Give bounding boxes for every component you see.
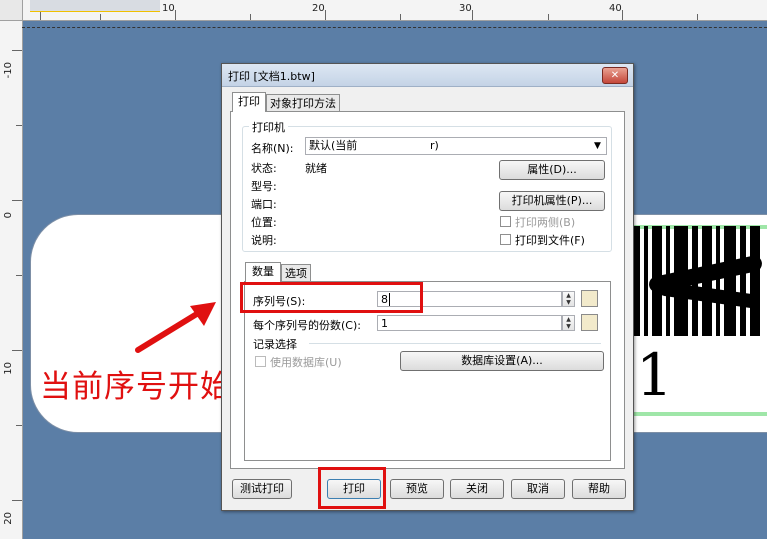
use-database-label: 使用数据库(U) bbox=[270, 356, 342, 369]
label-border-accent bbox=[632, 412, 767, 416]
serial-spinner[interactable]: ▲ ▼ bbox=[562, 291, 575, 307]
copies-source-icon[interactable] bbox=[581, 314, 598, 331]
printer-name-value: 默认(当前 bbox=[309, 139, 358, 152]
ruler-corner bbox=[0, 0, 23, 21]
ruler-tick bbox=[12, 500, 22, 501]
ruler-label: 0 bbox=[3, 212, 14, 219]
properties-button[interactable]: 属性(D)... bbox=[499, 160, 605, 180]
print-to-file-checkbox[interactable] bbox=[500, 234, 511, 245]
copies-label: 每个序列号的份数(C): bbox=[253, 319, 361, 332]
copies-spinner[interactable]: ▲ ▼ bbox=[562, 315, 575, 331]
location-label: 位置: bbox=[251, 216, 277, 229]
port-label: 端口: bbox=[251, 198, 277, 211]
preview-button[interactable]: 预览 bbox=[390, 479, 444, 499]
ruler-tick bbox=[100, 14, 101, 20]
printer-group-title: 打印机 bbox=[249, 119, 288, 135]
ruler-tick bbox=[250, 14, 251, 20]
ruler-label: 10 bbox=[3, 362, 14, 375]
ruler-selection-marker bbox=[30, 0, 160, 12]
serial-highlight-box bbox=[240, 282, 423, 313]
chevron-down-icon: ▼ bbox=[594, 141, 601, 151]
ruler-tick bbox=[12, 200, 22, 201]
ruler-tick bbox=[622, 10, 623, 20]
serial-source-icon[interactable] bbox=[581, 290, 598, 307]
copies-value: 1 bbox=[381, 317, 388, 330]
printer-name-label: 名称(N): bbox=[251, 142, 294, 155]
ruler-tick bbox=[548, 14, 549, 20]
cancel-button[interactable]: 取消 bbox=[511, 479, 565, 499]
close-button[interactable]: ✕ bbox=[602, 67, 628, 84]
help-button[interactable]: 帮助 bbox=[572, 479, 626, 499]
printer-name-select[interactable]: 默认(当前 r) ▼ bbox=[305, 137, 607, 155]
print-button-highlight-box bbox=[318, 467, 386, 509]
tab-print[interactable]: 打印 bbox=[232, 92, 266, 112]
ruler-tick bbox=[12, 350, 22, 351]
ruler-tick bbox=[325, 10, 326, 20]
printer-name-redacted bbox=[366, 138, 428, 154]
use-database-checkbox[interactable] bbox=[255, 356, 266, 367]
ruler-tick bbox=[472, 10, 473, 20]
ruler-label: 10 bbox=[162, 3, 175, 14]
copies-input[interactable]: 1 bbox=[377, 315, 562, 331]
tab-object-print-method[interactable]: 对象打印方法 bbox=[266, 94, 340, 112]
dialog-titlebar[interactable]: 打印 [文档1.btw] ✕ bbox=[222, 64, 633, 87]
ruler-label: 20 bbox=[3, 512, 14, 525]
close-dialog-button[interactable]: 关闭 bbox=[450, 479, 504, 499]
test-print-button[interactable]: 测试打印 bbox=[232, 479, 292, 499]
status-label: 状态: bbox=[251, 162, 277, 175]
ruler-label: 20 bbox=[312, 3, 325, 14]
records-group-title: 记录选择 bbox=[253, 338, 297, 351]
tab-quantity[interactable]: 数量 bbox=[245, 262, 281, 282]
ruler-label: 40 bbox=[609, 3, 622, 14]
serial-number-text[interactable]: 1 bbox=[636, 346, 673, 404]
print-to-file-label: 打印到文件(F) bbox=[515, 234, 585, 247]
ruler-tick bbox=[16, 275, 22, 276]
model-label: 型号: bbox=[251, 180, 277, 193]
printer-name-tail: r) bbox=[430, 139, 439, 152]
ruler-tick bbox=[175, 10, 176, 20]
horizontal-ruler: 10 20 30 40 bbox=[0, 0, 767, 21]
printer-properties-button[interactable]: 打印机属性(P)... bbox=[499, 191, 605, 211]
ruler-tick bbox=[697, 14, 698, 20]
ruler-tick bbox=[16, 425, 22, 426]
status-value: 就绪 bbox=[305, 162, 327, 175]
ruler-tick bbox=[16, 125, 22, 126]
print-both-sides-label: 打印两侧(B) bbox=[515, 216, 576, 229]
print-both-sides-checkbox[interactable] bbox=[500, 216, 511, 227]
dialog-title: 打印 [文档1.btw] bbox=[228, 70, 315, 83]
ruler-tick bbox=[12, 50, 22, 51]
ruler-label: 30 bbox=[459, 3, 472, 14]
records-divider bbox=[309, 343, 601, 344]
ruler-label: -10 bbox=[3, 62, 14, 79]
annotation-arrow bbox=[135, 302, 216, 353]
ruler-tick bbox=[400, 14, 401, 20]
vertical-ruler: -10 0 10 20 bbox=[0, 20, 23, 539]
margin-guide bbox=[22, 27, 767, 28]
comment-label: 说明: bbox=[251, 234, 277, 247]
tab-options[interactable]: 选项 bbox=[281, 264, 311, 282]
barcode-object[interactable] bbox=[628, 226, 767, 346]
database-settings-button[interactable]: 数据库设置(A)... bbox=[400, 351, 604, 371]
ruler-tick bbox=[40, 12, 41, 20]
